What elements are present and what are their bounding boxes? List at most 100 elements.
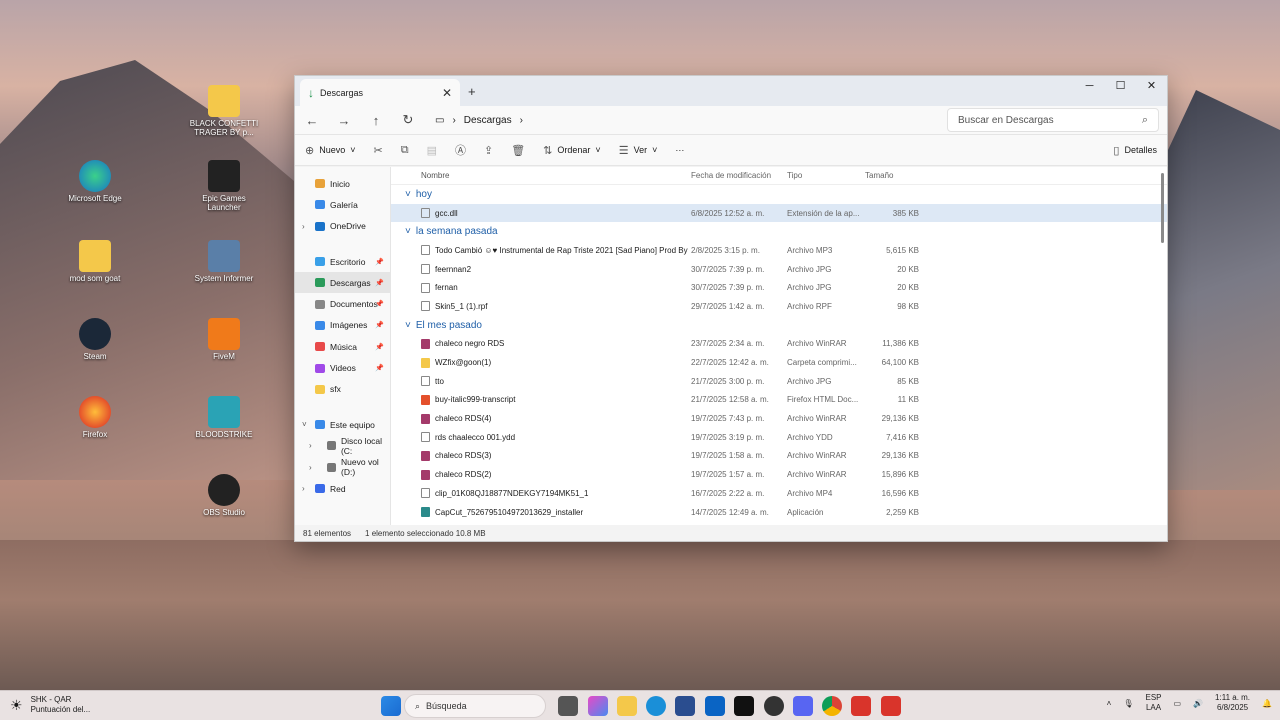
- scrollbar[interactable]: [1161, 173, 1164, 243]
- delete-icon[interactable]: 🗑: [511, 144, 525, 157]
- store-icon[interactable]: [675, 696, 695, 716]
- start-icon[interactable]: [381, 696, 401, 716]
- file-row[interactable]: WZfix@goon(1) 22/7/2025 12:42 a. m. Carpet…: [391, 353, 1167, 372]
- breadcrumb-descargas[interactable]: Descargas: [464, 115, 512, 126]
- app-red-icon[interactable]: [851, 696, 871, 716]
- close-tab-icon[interactable]: ✕: [442, 86, 452, 100]
- file-row[interactable]: chaleco RDS(4) 19/7/2025 7:43 p. m. Archiv…: [391, 409, 1167, 428]
- file-explorer-taskbar-icon[interactable]: [617, 696, 637, 716]
- expand-icon[interactable]: ›: [302, 222, 305, 231]
- sidebar-item-este-equipo[interactable]: ˅ Este equipo: [295, 414, 390, 435]
- file-row[interactable]: Skin5_1 (1).rpf 29/7/2025 1:42 a. m. Archi…: [391, 297, 1167, 316]
- file-row[interactable]: clip_01K08QJ18877NDEKGY7194MK51_1 16/7/20…: [391, 484, 1167, 503]
- back-icon[interactable]: ←: [303, 113, 321, 128]
- sidebar-item-sfx[interactable]: sfx: [295, 379, 390, 400]
- refresh-icon[interactable]: ↻: [399, 112, 417, 128]
- forward-icon[interactable]: →: [335, 113, 353, 128]
- copilot-icon[interactable]: [588, 696, 608, 716]
- paste-icon[interactable]: ▤: [427, 144, 437, 157]
- column-name[interactable]: Nombre: [391, 171, 689, 180]
- rename-icon[interactable]: Ⓐ: [455, 142, 466, 158]
- minimize-icon[interactable]: ─: [1074, 76, 1105, 96]
- expand-icon[interactable]: ›: [309, 463, 312, 472]
- sidebar-item-descargas[interactable]: Descargas 📌: [295, 272, 390, 294]
- app-red-icon-2[interactable]: [881, 696, 901, 716]
- obs-taskbar-icon[interactable]: [764, 696, 784, 716]
- sidebar-item-videos[interactable]: Videos 📌: [295, 357, 390, 378]
- file-row[interactable]: gcc.dll 6/8/2025 12:52 a. m. Extensión de …: [391, 203, 1167, 223]
- desktop-icon-mod-som-goat[interactable]: mod som goat: [60, 240, 130, 284]
- desktop-icon-edge[interactable]: Microsoft Edge: [60, 160, 130, 204]
- sidebar-item-onedrive[interactable]: › OneDrive: [295, 216, 390, 237]
- expand-icon[interactable]: ˅: [302, 420, 307, 429]
- sidebar-item-galer-a[interactable]: Galería: [295, 194, 390, 215]
- desktop-icon-steam[interactable]: Steam: [60, 318, 130, 362]
- details-button[interactable]: ▯ Detalles: [1113, 144, 1157, 157]
- volume-icon[interactable]: 🔊: [1193, 699, 1203, 708]
- file-row[interactable]: Todo Cambió ☺♥ Instrumental de Rap Trist…: [391, 241, 1167, 260]
- view-button[interactable]: ☰ Ver ˅: [619, 144, 658, 157]
- breadcrumb[interactable]: ▭ › Descargas ›: [435, 115, 523, 126]
- tab-descargas[interactable]: ↓ Descargas ✕: [300, 79, 460, 106]
- tiktok-icon[interactable]: [734, 696, 754, 716]
- notification-icon[interactable]: 🔔: [1262, 699, 1272, 708]
- file-row[interactable]: fernan 30/7/2025 7:39 p. m. Archivo JPG 20 …: [391, 278, 1167, 297]
- sidebar-item-red[interactable]: › Red: [295, 478, 390, 499]
- column-date[interactable]: Fecha de modificación: [689, 171, 785, 180]
- desktop-icon-system-informer[interactable]: System Informer: [189, 240, 259, 284]
- file-row[interactable]: buy-italic999-transcript 21/7/2025 12:58 …: [391, 391, 1167, 410]
- file-row[interactable]: chaleco RDS(3) 19/7/2025 1:58 a. m. Archiv…: [391, 447, 1167, 466]
- language-indicator[interactable]: ESP LAA: [1146, 693, 1162, 714]
- search-input[interactable]: Buscar en Descargas ⌕: [947, 108, 1159, 132]
- expand-icon[interactable]: ›: [309, 441, 312, 450]
- chevron-up-icon[interactable]: ˄: [1107, 699, 1112, 708]
- column-type[interactable]: Tipo: [785, 171, 865, 180]
- desktop-icon-fivem[interactable]: FiveM: [189, 318, 259, 362]
- file-type: Archivo JPG: [787, 283, 832, 293]
- group-header[interactable]: ˅ hoy: [391, 185, 1167, 204]
- sidebar-item-documentos[interactable]: Documentos 📌: [295, 293, 390, 314]
- group-header[interactable]: ˅ la semana pasada: [391, 222, 1167, 241]
- desktop-icon-bloodstrike[interactable]: BLOODSTRIKE: [189, 396, 259, 440]
- sidebar-item-disco-local-c-[interactable]: › Disco local (C:: [295, 435, 390, 456]
- sidebar-item-nuevo-vol-d-[interactable]: › Nuevo vol (D:): [295, 457, 390, 478]
- close-window-icon[interactable]: ✕: [1136, 76, 1167, 96]
- sidebar-item-m-sica[interactable]: Música 📌: [295, 336, 390, 357]
- clock[interactable]: 1:11 a. m. 6/8/2025: [1215, 693, 1250, 714]
- file-icon: [421, 376, 430, 387]
- new-tab-icon[interactable]: +: [468, 84, 476, 99]
- column-size[interactable]: Tamaño: [865, 171, 925, 180]
- weather-widget[interactable]: ☀ SHK - QAR Puntuación del...: [10, 695, 90, 716]
- sidebar-item-im-genes[interactable]: Imágenes 📌: [295, 315, 390, 336]
- file-row[interactable]: chaleco RDS(2) 19/7/2025 1:57 a. m. Archiv…: [391, 465, 1167, 484]
- file-row[interactable]: feernnan2 30/7/2025 7:39 p. m. Archivo JPG…: [391, 260, 1167, 279]
- edge-taskbar-icon[interactable]: [646, 696, 666, 716]
- desktop-icon-obs[interactable]: OBS Studio: [189, 474, 259, 518]
- sidebar-item-escritorio[interactable]: Escritorio 📌: [295, 251, 390, 272]
- copy-icon[interactable]: ⧉: [401, 144, 409, 157]
- network-icon[interactable]: ▭: [1174, 699, 1182, 708]
- cut-icon[interactable]: ✂: [374, 144, 383, 157]
- maximize-icon[interactable]: ☐: [1105, 76, 1136, 96]
- group-header[interactable]: ˅ El mes pasado: [391, 316, 1167, 335]
- file-row[interactable]: chaleco negro RDS 23/7/2025 2:34 a. m. Arc…: [391, 335, 1167, 354]
- file-row[interactable]: tto 21/7/2025 3:00 p. m. Archivo JPG 85 KB: [391, 372, 1167, 391]
- sort-button[interactable]: ⇅ Ordenar ˅: [543, 144, 601, 157]
- task-view-icon[interactable]: [558, 696, 578, 716]
- more-button[interactable]: ···: [675, 145, 684, 155]
- up-icon[interactable]: ↑: [367, 113, 385, 128]
- desktop-icon-black-confetti[interactable]: BLACK CONFETTI TRAGER BY p...: [189, 85, 259, 138]
- sidebar-item-inicio[interactable]: Inicio: [295, 173, 390, 194]
- outlook-icon[interactable]: [705, 696, 725, 716]
- desktop-icon-epic[interactable]: Epic Games Launcher: [189, 160, 259, 213]
- taskbar-search[interactable]: ⌕ Búsqueda: [404, 694, 546, 718]
- share-icon[interactable]: ⇪: [484, 144, 493, 157]
- discord-icon[interactable]: [793, 696, 813, 716]
- mic-icon[interactable]: 🎙: [1123, 699, 1133, 708]
- chrome-icon[interactable]: [822, 696, 842, 716]
- expand-icon[interactable]: ›: [302, 484, 305, 493]
- desktop-icon-firefox[interactable]: Firefox: [60, 396, 130, 440]
- new-button[interactable]: ⊕ Nuevo ˅: [305, 144, 356, 157]
- file-row[interactable]: CapCut_7526795104972013629_installer 14/7…: [391, 503, 1167, 522]
- file-row[interactable]: rds chaalecco 001.ydd 19/7/2025 3:19 p. m…: [391, 428, 1167, 447]
